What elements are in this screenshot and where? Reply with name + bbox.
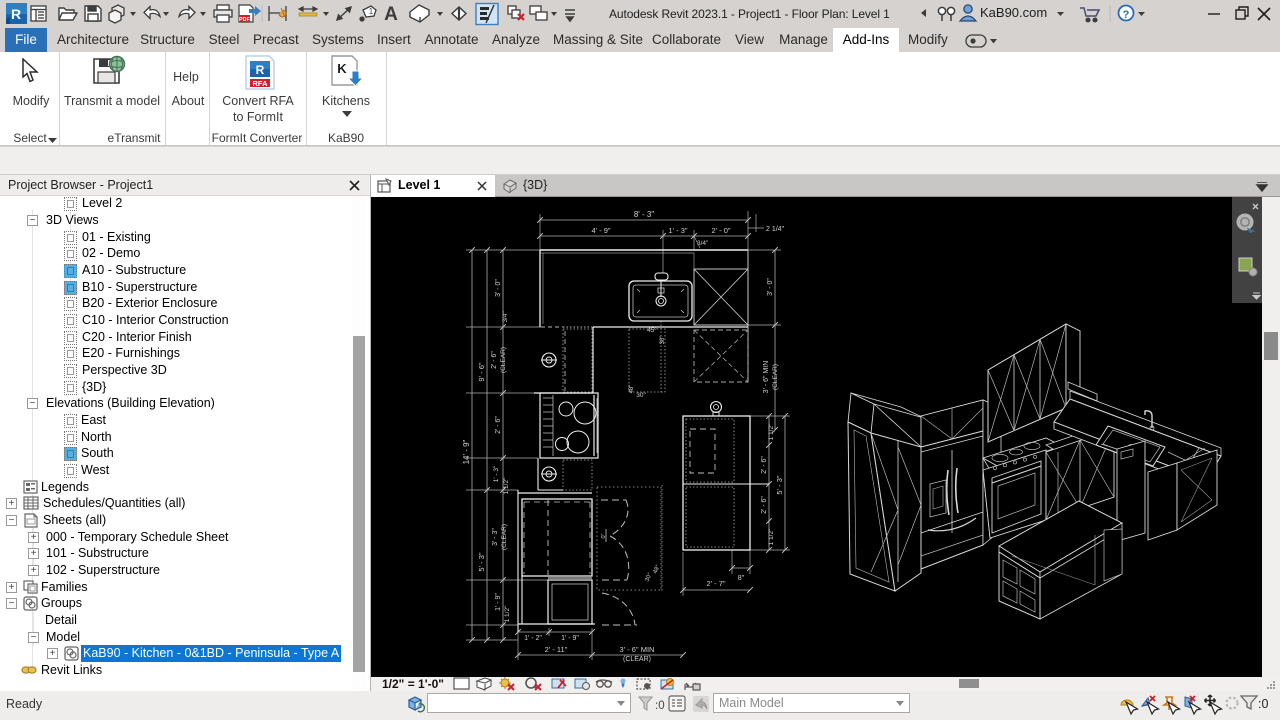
svg-text:1 1/2": 1 1/2": [504, 605, 511, 622]
svg-text:2' - 6": 2' - 6": [761, 496, 768, 514]
svg-text:30": 30": [660, 336, 666, 345]
svg-text:3' - 3": 3' - 3": [492, 528, 499, 546]
svg-text:R: R: [256, 63, 265, 77]
svg-text:A: A: [384, 4, 398, 25]
svg-text:5' - 3": 5' - 3": [477, 552, 486, 571]
svg-text:48": 48": [629, 385, 635, 394]
svg-text:1: 1: [369, 7, 374, 16]
svg-text:KaB90.com: KaB90.com: [980, 5, 1047, 20]
svg-text:2' - 6": 2' - 6": [491, 351, 498, 369]
svg-text:(CLEAR): (CLEAR): [501, 524, 508, 550]
svg-text:1' - 2": 1' - 2": [524, 635, 542, 642]
svg-text:9' - 6": 9' - 6": [477, 362, 486, 381]
svg-text:?: ?: [1123, 9, 1130, 21]
svg-text:1 1/2": 1 1/2": [503, 477, 510, 494]
svg-text:1 1/2": 1 1/2": [768, 528, 775, 545]
svg-text:RFA: RFA: [253, 79, 269, 88]
svg-text:8": 8": [738, 575, 745, 582]
svg-text:(CLEAR): (CLEAR): [772, 364, 779, 390]
svg-text:3' - 6" MIN: 3' - 6" MIN: [620, 645, 655, 654]
svg-text:2' - 7": 2' - 7": [706, 579, 725, 588]
svg-text:14' - 9": 14' - 9": [462, 439, 471, 464]
svg-text::0: :0: [655, 700, 665, 712]
svg-text:1' - 3": 1' - 3": [493, 465, 500, 482]
svg-text:1' - 3": 1' - 3": [668, 226, 687, 235]
svg-text:2' - 11": 2' - 11": [545, 645, 568, 654]
svg-text:3/4": 3/4": [502, 311, 509, 323]
svg-text:0": 0": [601, 533, 607, 538]
svg-text:5' - 3": 5' - 3": [775, 475, 784, 494]
svg-text:1' - 9": 1' - 9": [495, 593, 502, 611]
svg-text:1 1/2": 1 1/2": [768, 423, 775, 440]
svg-text:48": 48": [653, 564, 662, 575]
svg-text:R: R: [11, 6, 21, 22]
svg-text:2 1/4": 2 1/4": [766, 226, 785, 233]
svg-text:K: K: [337, 61, 347, 76]
svg-text:2' - 6": 2' - 6": [495, 416, 502, 434]
svg-text:2' - 6": 2' - 6": [761, 456, 768, 474]
svg-text:(CLEAR): (CLEAR): [623, 656, 651, 663]
svg-text:45°: 45°: [647, 326, 657, 334]
svg-text:1' - 9": 1' - 9": [561, 635, 579, 642]
svg-text:(CLEAR): (CLEAR): [500, 347, 507, 373]
svg-text:30": 30": [645, 572, 654, 583]
svg-text:PDF: PDF: [239, 17, 251, 23]
svg-text:30": 30": [636, 392, 646, 399]
svg-text:2' - 0": 2' - 0": [711, 226, 730, 235]
svg-text:3' - 0": 3' - 0": [767, 278, 774, 296]
svg-text:8' - 3": 8' - 3": [634, 210, 655, 219]
svg-text:3' - 6" MIN: 3' - 6" MIN: [763, 361, 770, 394]
svg-text:3' - 0": 3' - 0": [495, 279, 502, 297]
svg-text:4' - 9": 4' - 9": [591, 226, 610, 235]
